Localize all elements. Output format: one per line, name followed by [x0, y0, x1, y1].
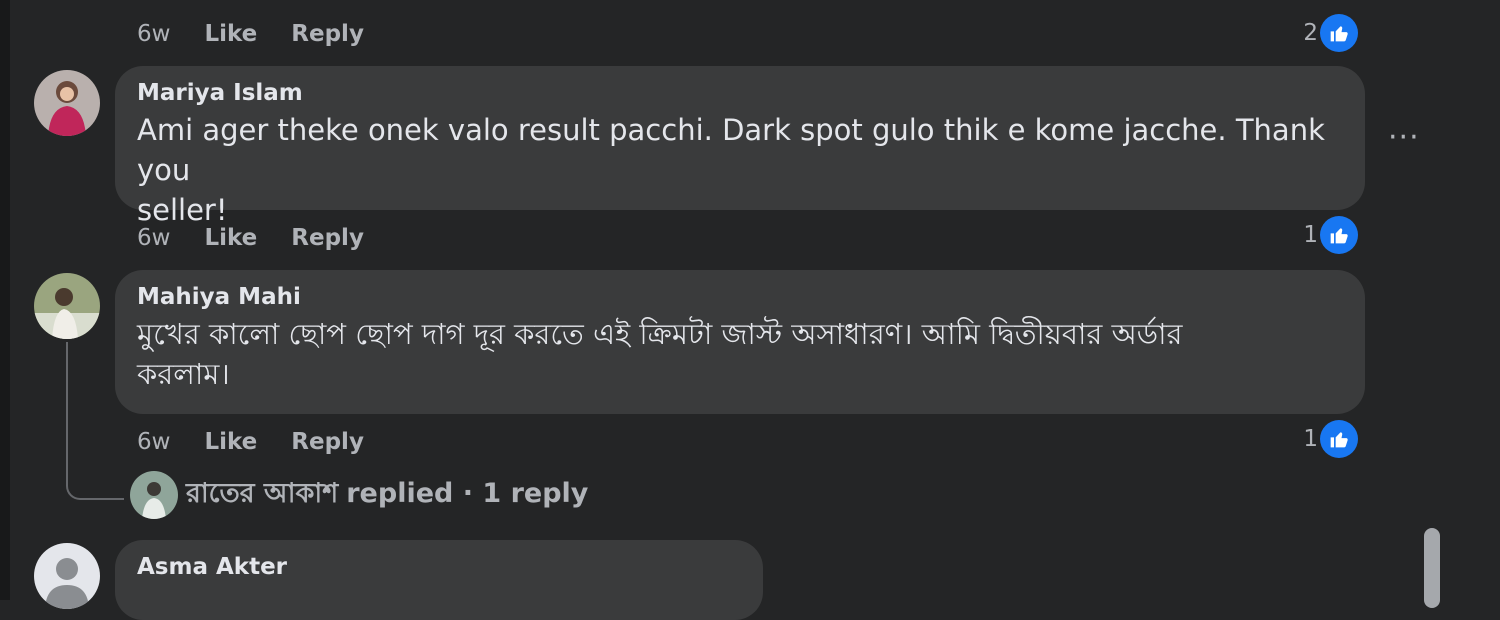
view-replies-link[interactable]: রাতের আকাশ replied · 1 reply — [130, 471, 588, 519]
replies-summary[interactable]: replied · 1 reply — [346, 478, 588, 509]
comment-timestamp[interactable]: 6w — [137, 225, 170, 251]
avatar-mariya-islam[interactable] — [34, 70, 100, 136]
like-button[interactable]: Like — [204, 21, 257, 47]
scrollbar-thumb[interactable] — [1424, 528, 1440, 608]
like-button[interactable]: Like — [204, 225, 257, 251]
reaction-count: 2 — [1303, 20, 1318, 46]
reaction-summary[interactable]: 2 — [1303, 14, 1358, 52]
comment-author[interactable]: Mahiya Mahi — [137, 284, 1343, 310]
like-icon — [1320, 216, 1358, 254]
reply-button[interactable]: Reply — [291, 429, 364, 455]
reply-thread-connector — [66, 342, 124, 500]
comment-text-line: Ami ager theke onek valo result pacchi. … — [137, 113, 1325, 187]
comment-timestamp[interactable]: 6w — [137, 429, 170, 455]
like-icon — [1320, 14, 1358, 52]
reply-button[interactable]: Reply — [291, 21, 364, 47]
reply-author-avatar — [130, 471, 178, 519]
comment-author[interactable]: Mariya Islam — [137, 80, 1343, 106]
comment-actions: 6w Like Reply — [137, 422, 398, 462]
avatar-asma-akter[interactable] — [34, 543, 100, 609]
reaction-count: 1 — [1303, 222, 1318, 248]
avatar-mahiya-mahi[interactable] — [34, 273, 100, 339]
like-icon — [1320, 420, 1358, 458]
comment-timestamp[interactable]: 6w — [137, 21, 170, 47]
comment-actions: 6w Like Reply — [137, 218, 398, 258]
reply-button[interactable]: Reply — [291, 225, 364, 251]
left-panel-edge — [0, 0, 10, 600]
like-button[interactable]: Like — [204, 429, 257, 455]
more-options-icon[interactable]: ··· — [1388, 120, 1420, 155]
reaction-summary[interactable]: 1 — [1303, 420, 1358, 458]
comment-text-line: মুখের কালো ছোপ ছোপ দাগ দূর করতে এই ক্রিম… — [137, 317, 1183, 351]
comment-actions: 6w Like Reply — [137, 14, 398, 54]
reaction-count: 1 — [1303, 426, 1318, 452]
comment-author[interactable]: Asma Akter — [137, 554, 741, 580]
reaction-summary[interactable]: 1 — [1303, 216, 1358, 254]
comment-bubble: Mariya Islam Ami ager theke onek valo re… — [115, 66, 1365, 227]
reply-author-name[interactable]: রাতের আকাশ — [186, 478, 338, 509]
comment-text-line: করলাম। — [137, 357, 230, 391]
comment-bubble: Asma Akter — [115, 540, 763, 620]
comment-bubble: Mahiya Mahi মুখের কালো ছোপ ছোপ দাগ দূর ক… — [115, 270, 1365, 414]
